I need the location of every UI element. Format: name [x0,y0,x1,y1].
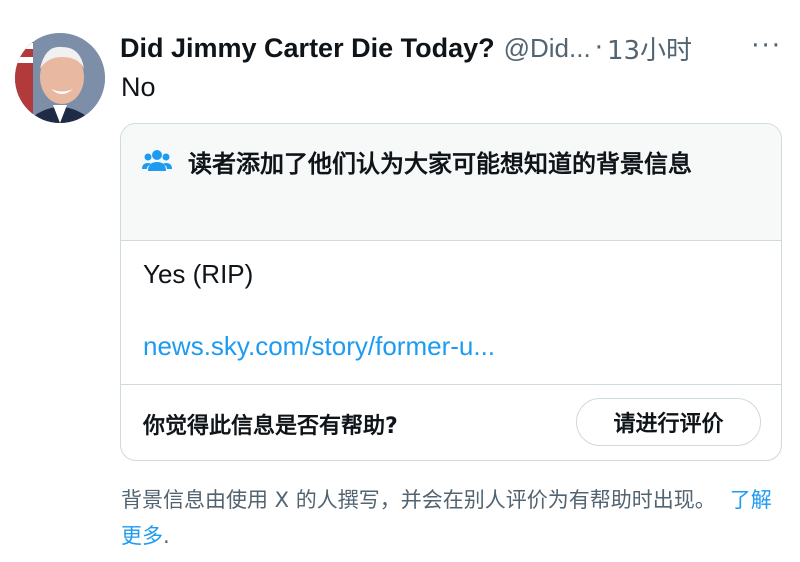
helpful-question: 你觉得此信息是否有帮助? [143,414,398,439]
footer-period: . [163,524,170,548]
tweet-header: Did Jimmy Carter Die Today? @Did... · 13… [120,27,792,69]
note-divider [121,384,781,385]
author-handle[interactable]: @Did... [504,33,591,64]
tweet-timestamp[interactable]: 13小时 [607,30,692,67]
more-options-icon[interactable]: ··· [751,31,782,61]
avatar-portrait [15,33,105,123]
community-note-header: 读者添加了他们认为大家可能想知道的背景信息 [121,124,781,241]
note-footer: 背景信息由使用 X 的人撰写，并会在别人评价为有帮助时出现。 了解更多. [121,482,791,554]
people-icon [142,150,172,171]
source-link[interactable]: news.sky.com/story/former-u... [143,331,495,362]
separator-dot: · [594,33,603,63]
community-note-card: 读者添加了他们认为大家可能想知道的背景信息 Yes (RIP) news.sky… [120,123,782,461]
rate-button[interactable]: 请进行评价 [576,398,761,446]
author-name[interactable]: Did Jimmy Carter Die Today? [120,33,495,64]
community-note-body: Yes (RIP) [143,259,254,289]
community-note-title: 读者添加了他们认为大家可能想知道的背景信息 [188,150,692,178]
author-avatar[interactable] [15,33,105,123]
footer-text: 背景信息由使用 X 的人撰写，并会在别人评价为有帮助时出现。 [121,488,716,512]
tweet-text: No [121,72,156,102]
